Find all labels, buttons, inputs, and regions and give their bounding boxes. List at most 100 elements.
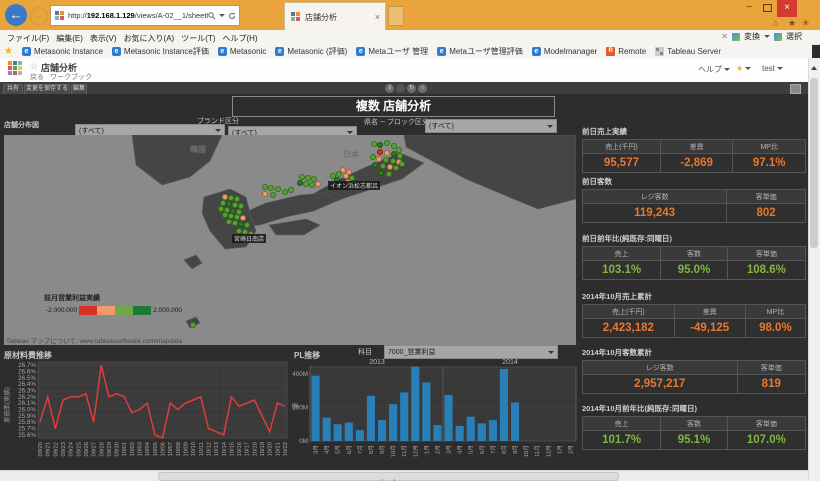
translate-caret-icon[interactable] <box>764 35 770 38</box>
pl-bar[interactable] <box>400 392 408 441</box>
store-dot[interactable] <box>270 192 276 198</box>
menu-item[interactable]: お気に入り(A) <box>124 34 175 43</box>
search-icon[interactable] <box>208 12 216 20</box>
pl-bar[interactable] <box>367 396 375 441</box>
view-favorite-star-icon[interactable]: ☆ <box>30 61 38 72</box>
bar-chart-plot[interactable]: 0M200M400M3月4月5月6月7月8月9月10月11月12月1月2月3月4… <box>292 366 578 470</box>
menu-item[interactable]: ヘルプ(H) <box>222 34 257 43</box>
favorites-item[interactable]: RRemote <box>606 47 646 56</box>
store-map[interactable]: 韓国 日本 イオン浜松志都呂宮崎日南店 前月営業利益実績 -2,000,000 … <box>4 135 576 345</box>
pl-bar[interactable] <box>511 402 519 441</box>
favorites-item[interactable]: eMetasonic <box>218 47 266 56</box>
favorites-item[interactable]: eMetasonic Instance <box>22 47 103 56</box>
tab-title: 店舗分析 <box>305 12 375 23</box>
pl-bar[interactable] <box>433 425 441 441</box>
store-dot[interactable] <box>384 150 390 156</box>
pl-bar[interactable] <box>411 366 419 441</box>
pl-bar[interactable] <box>334 424 342 441</box>
store-dot[interactable] <box>399 161 405 167</box>
menu-item[interactable]: ツール(T) <box>181 34 215 43</box>
translate-addon-bar: ✕ 変換 選択 <box>721 31 802 42</box>
forward-button[interactable]: → <box>30 7 48 25</box>
store-dot[interactable] <box>244 222 250 228</box>
kpi-title: 前日前年比(純既存:同曜日) <box>582 233 806 244</box>
store-dot[interactable] <box>262 191 268 197</box>
menu-item[interactable]: ファイル(F) <box>7 34 49 43</box>
store-dot[interactable] <box>315 181 321 187</box>
store-dot[interactable] <box>393 165 399 171</box>
favorites-star-icon[interactable]: ★ <box>788 18 796 29</box>
map-annotation[interactable]: 宮崎日南店 <box>232 234 266 243</box>
workbook-link[interactable]: ワークブック <box>50 72 92 82</box>
favorites-item[interactable]: eMetasonic Instance評価 <box>112 46 209 57</box>
store-dot[interactable] <box>268 185 274 191</box>
vertical-scrollbar-thumb[interactable] <box>810 78 818 248</box>
addon-close-icon[interactable]: ✕ <box>721 32 728 41</box>
store-dot[interactable] <box>190 322 196 328</box>
favorites-item[interactable]: eMetasonic (評価) <box>275 46 347 57</box>
window-minimize-button[interactable]: − <box>741 0 757 17</box>
kpi-header-cell: 売上 <box>583 417 661 431</box>
pl-bar[interactable] <box>345 423 353 441</box>
pl-bar[interactable] <box>478 423 486 441</box>
translate-button[interactable]: 変換 <box>744 31 760 42</box>
store-dot[interactable] <box>383 157 389 163</box>
subject-filter-dropdown[interactable]: 7000_営業利益 <box>384 345 558 359</box>
map-attribution[interactable]: Tableau マップについて: www.tableausoftware.com… <box>6 335 182 345</box>
pl-bar[interactable] <box>500 369 508 441</box>
store-dot[interactable] <box>275 186 281 192</box>
store-dot[interactable] <box>384 140 390 146</box>
menu-item[interactable]: 編集(E) <box>56 34 83 43</box>
store-dot[interactable] <box>386 171 392 177</box>
pl-bar[interactable] <box>378 420 386 441</box>
export-icon[interactable]: ⇓ <box>385 84 394 93</box>
window-close-button[interactable]: × <box>777 0 797 17</box>
pl-bar[interactable] <box>467 417 475 441</box>
store-dot[interactable] <box>372 162 378 168</box>
map-annotation[interactable]: イオン浜松志都呂 <box>328 181 380 190</box>
window-restore-button[interactable] <box>759 0 775 17</box>
pl-bar[interactable] <box>445 395 453 441</box>
address-bar[interactable]: http://192.168.1.129/views/A-02__1/sheet… <box>50 5 240 26</box>
store-dot[interactable] <box>378 170 384 176</box>
favorites-item[interactable]: eModelmanager <box>532 47 597 56</box>
help-menu[interactable]: ヘルプ <box>698 64 730 75</box>
select-button[interactable]: 選択 <box>786 31 802 42</box>
menu-item[interactable]: 表示(V) <box>90 34 117 43</box>
block-filter-dropdown[interactable]: (すべて) <box>425 119 557 133</box>
pl-bar[interactable] <box>312 376 320 441</box>
fullscreen-icon[interactable] <box>790 84 801 94</box>
pl-bar[interactable] <box>422 382 430 441</box>
home-icon[interactable]: ⌂ <box>773 18 778 28</box>
refresh-view-icon[interactable]: ↻ <box>407 84 416 93</box>
line-chart-plot[interactable]: 25.6%25.7%25.8%25.9%26.0%26.1%26.2%26.3%… <box>2 360 290 470</box>
store-dot[interactable] <box>376 156 382 162</box>
star-menu[interactable]: ★ <box>736 64 751 73</box>
pause-icon[interactable] <box>396 84 405 93</box>
pl-bar[interactable] <box>389 404 397 441</box>
favorites-item[interactable]: eMetaユーザ管理評価 <box>437 46 523 57</box>
pl-bar[interactable] <box>356 430 364 441</box>
tableau-logo-icon[interactable] <box>8 61 24 77</box>
browser-tab[interactable]: 店舗分析 × <box>284 2 386 31</box>
settings-gear-icon[interactable]: ✳ <box>802 18 810 29</box>
refresh-icon[interactable] <box>228 12 236 20</box>
store-dot[interactable] <box>288 187 294 193</box>
pl-bar[interactable] <box>323 418 331 441</box>
favorites-item[interactable]: Tableau Server <box>655 47 721 56</box>
tab-close-icon[interactable]: × <box>375 12 380 22</box>
pl-bar[interactable] <box>489 420 497 441</box>
favorites-bar-star-icon[interactable]: ★ <box>4 46 13 57</box>
back-button[interactable]: ← <box>5 4 27 26</box>
pl-bar[interactable] <box>456 426 464 441</box>
store-dot[interactable] <box>380 163 386 169</box>
autocomplete-caret-icon[interactable] <box>219 14 225 17</box>
scroll-up-arrow-icon[interactable] <box>811 66 817 70</box>
store-dot[interactable] <box>377 142 383 148</box>
store-dot[interactable] <box>377 149 383 155</box>
subscribe-icon[interactable]: ○ <box>418 84 427 93</box>
back-link[interactable]: 戻る <box>30 72 44 82</box>
new-tab-button[interactable] <box>388 6 404 26</box>
user-menu[interactable]: test <box>762 64 783 73</box>
favorites-item[interactable]: eMetaユーザ 管理 <box>356 46 428 57</box>
